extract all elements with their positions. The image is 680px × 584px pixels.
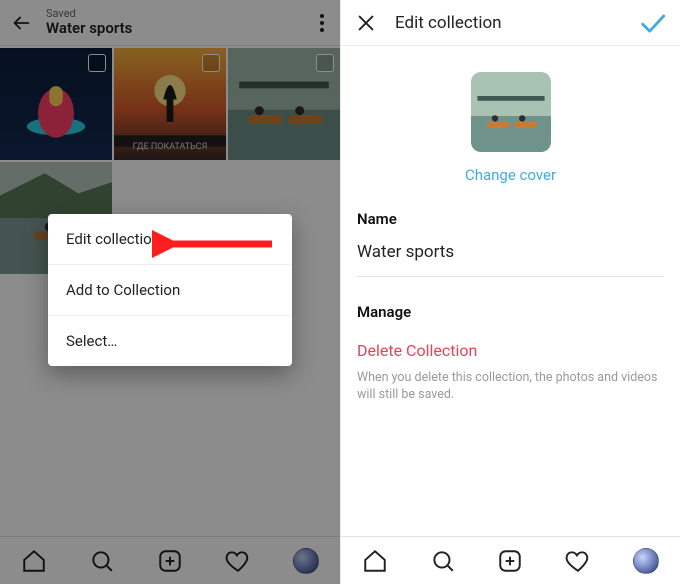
header: Edit collection <box>341 0 680 46</box>
menu-item-add-to-collection[interactable]: Add to Collection <box>48 264 292 315</box>
cover-thumbnail[interactable] <box>471 72 551 152</box>
context-menu: Edit collection Add to Collection Select… <box>48 214 292 366</box>
name-label: Name <box>357 204 664 238</box>
tab-home[interactable] <box>361 547 389 575</box>
menu-item-edit-collection[interactable]: Edit collection <box>48 214 292 264</box>
bottom-tab-bar <box>341 536 680 584</box>
tab-search[interactable] <box>429 547 457 575</box>
home-icon <box>362 548 388 574</box>
confirm-button[interactable] <box>638 9 666 37</box>
menu-item-select[interactable]: Select… <box>48 315 292 366</box>
change-cover-button[interactable]: Change cover <box>465 166 556 184</box>
manage-section: Manage Delete Collection When you delete… <box>341 291 680 418</box>
avatar-icon <box>633 548 659 574</box>
manage-label: Manage <box>357 297 664 331</box>
tab-create[interactable] <box>496 547 524 575</box>
collection-name-input[interactable] <box>357 238 664 277</box>
name-section: Name <box>341 204 680 291</box>
heart-icon <box>565 548 591 574</box>
search-icon <box>430 548 456 574</box>
tab-activity[interactable] <box>564 547 592 575</box>
check-icon <box>638 9 666 37</box>
close-button[interactable] <box>355 12 377 34</box>
tab-profile[interactable] <box>632 547 660 575</box>
delete-help-text: When you delete this collection, the pho… <box>357 366 664 404</box>
header-title: Edit collection <box>395 13 502 33</box>
plus-square-icon <box>497 548 523 574</box>
delete-collection-button[interactable]: Delete Collection <box>357 331 477 366</box>
collection-screen: Saved Water sports <box>0 0 340 584</box>
cover-section: Change cover <box>341 46 680 204</box>
close-icon <box>355 12 377 34</box>
edit-collection-screen: Edit collection Chan <box>340 0 680 584</box>
